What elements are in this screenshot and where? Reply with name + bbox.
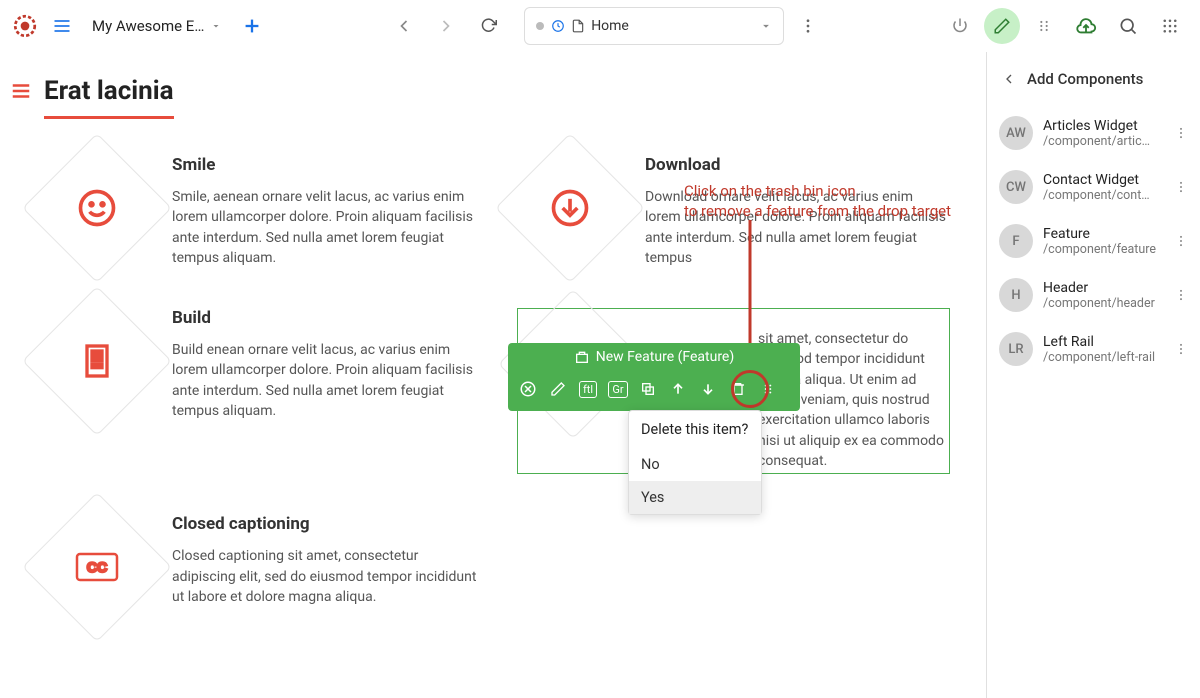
gr-button[interactable]: Gr — [604, 375, 632, 403]
component-avatar: AW — [999, 116, 1033, 150]
menu-icon[interactable] — [44, 8, 80, 44]
status-dot-icon — [535, 21, 545, 31]
building-icon — [74, 338, 120, 384]
delete-question: Delete this item? — [629, 411, 761, 448]
component-item[interactable]: AW Articles Widget /component/artic… — [987, 106, 1200, 160]
feature-cc[interactable]: CC Closed captioning Closed captioning s… — [44, 514, 477, 620]
component-item[interactable]: CW Contact Widget /component/cont… — [987, 160, 1200, 214]
drag-handle-button[interactable] — [754, 375, 782, 403]
component-icon — [574, 349, 590, 365]
app-logo — [12, 13, 38, 39]
move-up-button[interactable] — [664, 375, 692, 403]
component-name: Header — [1043, 280, 1164, 296]
component-name: Left Rail — [1043, 334, 1164, 350]
edit-mode-button[interactable] — [984, 8, 1020, 44]
smile-icon — [74, 185, 120, 231]
component-avatar: LR — [999, 332, 1033, 366]
feature-title: Build — [172, 308, 477, 328]
site-name-label: My Awesome E… — [92, 17, 204, 35]
component-more-button[interactable] — [1174, 180, 1188, 194]
feature-text: Smile, aenean ornare velit lacus, ac var… — [172, 187, 477, 268]
back-button[interactable] — [386, 8, 422, 44]
chevron-down-icon[interactable] — [759, 19, 773, 33]
edit-bar-label: New Feature (Feature) — [596, 349, 734, 365]
component-more-button[interactable] — [1174, 288, 1188, 302]
feature-text: Closed captioning sit amet, consectetur … — [172, 546, 477, 607]
reload-button[interactable] — [470, 8, 506, 44]
component-more-button[interactable] — [1174, 126, 1188, 140]
apps-grid-button[interactable] — [1152, 8, 1188, 44]
chevron-left-icon[interactable] — [1001, 71, 1017, 87]
feature-build[interactable]: Build Build enean ornare velit lacus, ac… — [44, 308, 477, 474]
delete-yes-option[interactable]: Yes — [629, 481, 761, 514]
move-down-button[interactable] — [694, 375, 722, 403]
feature-title: Closed captioning — [172, 514, 477, 534]
more-menu-button[interactable] — [790, 8, 826, 44]
search-button[interactable] — [1110, 8, 1146, 44]
feature-smile[interactable]: Smile Smile, aenean ornare velit lacus, … — [44, 155, 477, 268]
svg-text:CC: CC — [87, 559, 107, 575]
feature-text: Build enean ornare velit lacus, ac variu… — [172, 340, 477, 421]
add-site-button[interactable] — [234, 8, 270, 44]
component-item[interactable]: H Header /component/header — [987, 268, 1200, 322]
close-edit-button[interactable] — [514, 375, 542, 403]
url-label: Home — [591, 18, 629, 34]
edit-button[interactable] — [544, 375, 572, 403]
component-name: Articles Widget — [1043, 118, 1164, 134]
component-avatar: CW — [999, 170, 1033, 204]
page-title: Erat lacinia — [44, 76, 950, 106]
cc-icon: CC — [74, 544, 120, 590]
chevron-down-icon — [210, 20, 222, 32]
power-button[interactable] — [942, 8, 978, 44]
component-name: Feature — [1043, 226, 1164, 242]
component-path: /component/left-rail — [1043, 350, 1164, 365]
feature-title: Download — [645, 155, 950, 175]
sidebar-toggle-icon[interactable] — [10, 80, 32, 102]
cloud-publish-button[interactable] — [1068, 8, 1104, 44]
clock-icon — [551, 19, 565, 33]
component-edit-toolbar: New Feature (Feature) ftl Gr — [508, 343, 800, 411]
component-avatar: H — [999, 278, 1033, 312]
component-path: /component/feature — [1043, 242, 1164, 257]
forward-button[interactable] — [428, 8, 464, 44]
component-more-button[interactable] — [1174, 234, 1188, 248]
component-item[interactable]: LR Left Rail /component/left-rail — [987, 322, 1200, 376]
url-field[interactable]: Home — [524, 7, 784, 45]
copy-button[interactable] — [634, 375, 662, 403]
feature-title: Smile — [172, 155, 477, 175]
page-icon — [571, 19, 585, 33]
delete-confirm-popup: Delete this item? No Yes — [628, 410, 762, 515]
annotation-line: Click on the trash bin icon — [684, 182, 951, 202]
drag-handle-icon[interactable] — [1026, 8, 1062, 44]
delete-button[interactable] — [724, 375, 752, 403]
component-path: /component/cont… — [1043, 188, 1164, 203]
component-item[interactable]: F Feature /component/feature — [987, 214, 1200, 268]
component-name: Contact Widget — [1043, 172, 1164, 188]
component-path: /component/header — [1043, 296, 1164, 311]
components-panel: Add Components AW Articles Widget /compo… — [986, 52, 1200, 698]
title-underline — [44, 116, 174, 119]
delete-no-option[interactable]: No — [629, 448, 761, 481]
component-avatar: F — [999, 224, 1033, 258]
component-more-button[interactable] — [1174, 342, 1188, 356]
download-icon — [547, 185, 593, 231]
annotation-text: Click on the trash bin icon to remove a … — [684, 182, 951, 221]
site-picker[interactable]: My Awesome E… — [86, 17, 228, 35]
panel-title: Add Components — [1027, 70, 1143, 88]
annotation-line: to remove a feature from the drop target — [684, 202, 951, 222]
component-path: /component/artic… — [1043, 134, 1164, 149]
page-canvas: Erat lacinia Smile Smile, aenean ornare … — [0, 52, 986, 698]
top-toolbar: My Awesome E… Home — [0, 0, 1200, 52]
ftl-button[interactable]: ftl — [574, 375, 602, 403]
